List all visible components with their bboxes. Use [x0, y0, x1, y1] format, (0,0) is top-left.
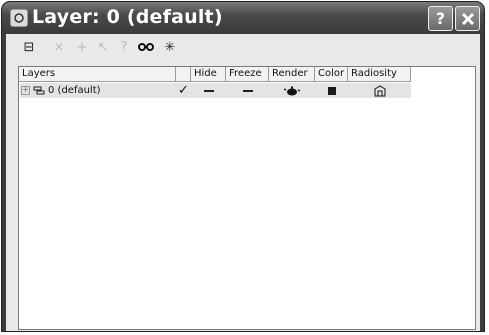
layer-icon [33, 86, 45, 94]
teapot-icon [284, 86, 300, 95]
hide-dash-icon [203, 89, 214, 92]
help-button[interactable]: ? [428, 6, 453, 31]
window-title: Layer: 0 (default) [32, 6, 223, 28]
freeze-toggle[interactable] [226, 83, 269, 98]
close-icon [461, 12, 474, 25]
add-icon[interactable]: + [73, 38, 91, 56]
current-layer-check[interactable]: ✓ [176, 83, 191, 98]
column-header-current[interactable] [176, 67, 191, 82]
render-toggle[interactable] [269, 83, 315, 98]
color-swatch[interactable] [315, 83, 348, 98]
expand-icon[interactable]: + [21, 86, 30, 95]
select-highlight-icon[interactable] [137, 38, 155, 56]
dialog-client-area: ⊟ × + ↖ ? ✳ Layers Hide Freeze Render Co… [6, 34, 480, 331]
radiosity-toggle[interactable] [348, 83, 411, 98]
current-layer-icon[interactable]: ✳ [161, 38, 179, 56]
layer-dialog: Layer: 0 (default) ? ⊟ × + ↖ ? ✳ Layers … [2, 2, 484, 331]
title-bar[interactable]: Layer: 0 (default) ? [2, 2, 484, 34]
layers-list[interactable]: Layers Hide Freeze Render Color Radiosit… [18, 66, 476, 330]
column-header-color[interactable]: Color [315, 67, 348, 82]
freeze-dash-icon [242, 89, 253, 92]
column-header-radiosity[interactable]: Radiosity [348, 67, 411, 82]
hide-toggle[interactable] [191, 83, 226, 98]
new-layer-icon[interactable]: ⊟ [20, 38, 38, 56]
app-icon[interactable] [10, 9, 28, 27]
help-icon[interactable]: ? [115, 38, 133, 56]
column-header-layers[interactable]: Layers [19, 67, 176, 82]
column-header-hide[interactable]: Hide [191, 67, 226, 82]
column-header-freeze[interactable]: Freeze [226, 67, 269, 82]
toolbar: ⊟ × + ↖ ? ✳ [6, 34, 480, 60]
layer-name-cell[interactable]: + 0 (default) [21, 83, 181, 98]
radiosity-icon [374, 84, 385, 96]
close-button[interactable] [455, 6, 480, 31]
delete-icon[interactable]: × [50, 38, 68, 56]
column-header-render[interactable]: Render [269, 67, 315, 82]
select-icon[interactable]: ↖ [94, 38, 112, 56]
layer-name: 0 (default) [48, 85, 101, 96]
color-square-icon [327, 86, 336, 95]
